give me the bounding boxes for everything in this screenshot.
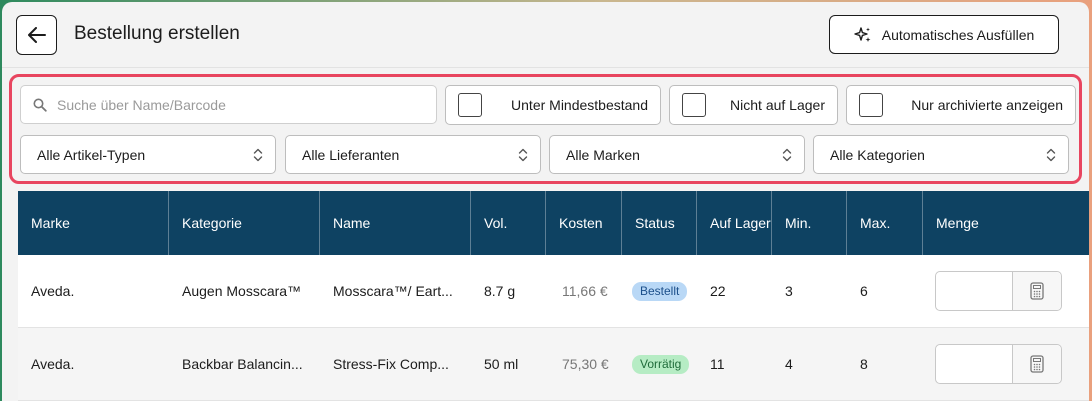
page-title: Bestellung erstellen <box>74 23 240 44</box>
back-button[interactable] <box>16 15 57 55</box>
category-select[interactable]: Alle Kategorien <box>813 135 1069 174</box>
chevron-updown-icon <box>782 148 792 162</box>
col-header-brand[interactable]: Marke <box>18 191 169 255</box>
cell-cost: 75,30 € <box>562 356 609 372</box>
below-min-stock-checkbox[interactable] <box>458 93 482 117</box>
brand-select[interactable]: Alle Marken <box>549 135 805 174</box>
quantity-input[interactable] <box>936 345 1013 383</box>
supplier-select[interactable]: Alle Lieferanten <box>285 135 541 174</box>
filter-archived-only[interactable]: Nur archivierte anzeigen <box>846 85 1076 125</box>
filter-below-min-stock[interactable]: Unter Mindestbestand <box>445 85 661 125</box>
col-header-min[interactable]: Min. <box>772 191 847 255</box>
col-header-max[interactable]: Max. <box>847 191 923 255</box>
calculator-icon <box>1030 355 1044 373</box>
col-header-category[interactable]: Kategorie <box>169 191 320 255</box>
cell-min: 4 <box>785 356 793 372</box>
brand-value: Alle Marken <box>566 146 640 163</box>
arrow-left-icon <box>27 27 46 43</box>
below-min-stock-label: Unter Mindestbestand <box>511 97 648 113</box>
quantity-field <box>935 344 1062 384</box>
col-header-name[interactable]: Name <box>320 191 471 255</box>
cell-cost: 11,66 € <box>562 283 608 299</box>
cell-volume: 8.7 g <box>484 283 516 299</box>
filter-out-of-stock[interactable]: Nicht auf Lager <box>669 85 838 125</box>
cell-status: Vorrätig <box>622 328 697 400</box>
order-table: Marke Kategorie Name Vol. Kosten Status … <box>18 191 1089 401</box>
cell-category: Backbar Balancin... <box>182 356 303 372</box>
autofill-label: Automatisches Ausfüllen <box>881 26 1035 43</box>
status-badge: Vorrätig <box>632 354 690 374</box>
supplier-value: Alle Lieferanten <box>302 146 400 163</box>
cell-volume: 50 ml <box>484 356 519 372</box>
table-header: Marke Kategorie Name Vol. Kosten Status … <box>18 191 1089 255</box>
item-type-value: Alle Artikel-Typen <box>37 146 146 163</box>
chevron-updown-icon <box>518 148 528 162</box>
cell-quantity <box>923 255 1089 327</box>
col-header-cost[interactable]: Kosten <box>546 191 622 255</box>
table-row[interactable]: Aveda. Augen Mosscara™ Mosscara™/ Eart..… <box>18 255 1089 328</box>
col-header-in-stock[interactable]: Auf Lager <box>697 191 772 255</box>
cell-max: 8 <box>860 356 868 372</box>
cell-in-stock: 11 <box>710 356 725 372</box>
page-header: Bestellung erstellen Automatisches Ausfü… <box>2 2 1089 68</box>
quantity-input[interactable] <box>936 272 1013 310</box>
archived-only-checkbox[interactable] <box>859 93 883 117</box>
archived-only-label: Nur archivierte anzeigen <box>911 97 1063 113</box>
search-icon <box>33 98 47 112</box>
cell-in-stock: 22 <box>710 283 726 299</box>
sparkle-icon <box>854 26 871 42</box>
cell-category: Augen Mosscara™ <box>182 283 302 299</box>
order-panel: Bestellung erstellen Automatisches Ausfü… <box>2 2 1089 401</box>
item-type-select[interactable]: Alle Artikel-Typen <box>20 135 276 174</box>
col-header-quantity[interactable]: Menge <box>923 191 1089 255</box>
calculator-button[interactable] <box>1013 272 1061 310</box>
table-row[interactable]: Aveda. Backbar Balancin... Stress-Fix Co… <box>18 328 1089 401</box>
search-field[interactable] <box>20 85 437 124</box>
cell-quantity <box>923 328 1089 400</box>
cell-brand: Aveda. <box>31 283 75 299</box>
out-of-stock-checkbox[interactable] <box>682 93 706 117</box>
out-of-stock-label: Nicht auf Lager <box>730 97 825 113</box>
autofill-button[interactable]: Automatisches Ausfüllen <box>829 15 1059 54</box>
calculator-button[interactable] <box>1013 345 1061 383</box>
category-value: Alle Kategorien <box>830 146 925 163</box>
filter-area: Unter Mindestbestand Nicht auf Lager Nur… <box>9 74 1082 184</box>
cell-status: Bestellt <box>622 255 697 327</box>
chevron-updown-icon <box>1046 148 1056 162</box>
cell-max: 6 <box>860 283 868 299</box>
quantity-field <box>935 271 1062 311</box>
cell-min: 3 <box>785 283 793 299</box>
col-header-status[interactable]: Status <box>622 191 697 255</box>
calculator-icon <box>1030 282 1044 300</box>
chevron-updown-icon <box>253 148 263 162</box>
cell-brand: Aveda. <box>31 356 75 372</box>
cell-name: Mosscara™/ Eart... <box>333 283 453 299</box>
col-header-volume[interactable]: Vol. <box>471 191 546 255</box>
status-badge: Bestellt <box>632 281 688 301</box>
cell-name: Stress-Fix Comp... <box>333 356 449 372</box>
search-input[interactable] <box>57 96 417 113</box>
